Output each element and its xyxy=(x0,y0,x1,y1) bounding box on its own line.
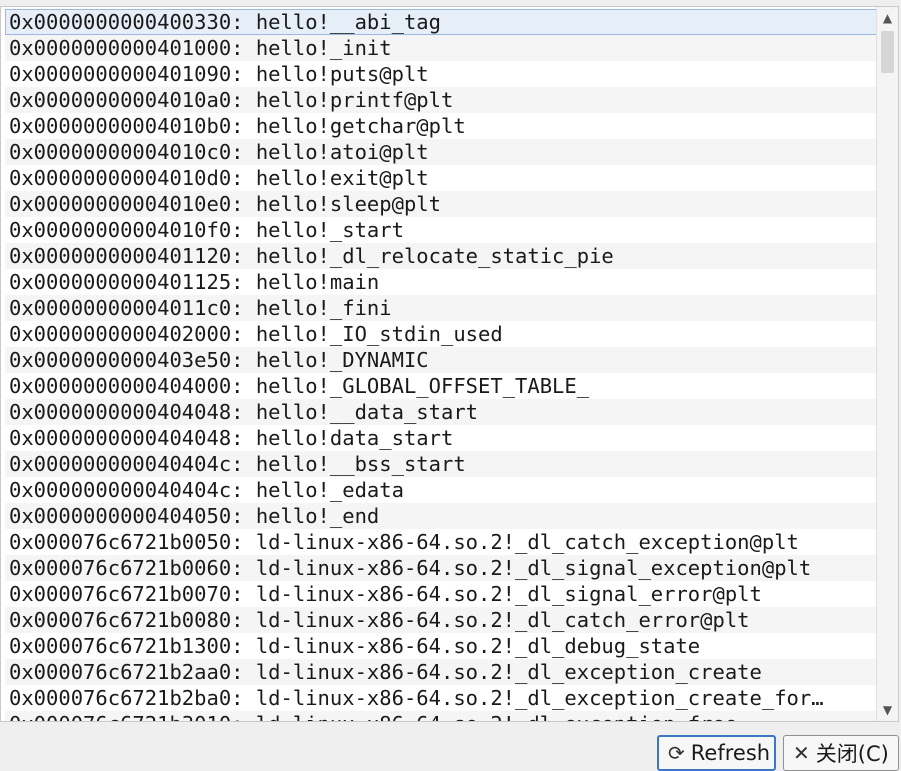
symbol-list-row[interactable]: 0x00000000004010b0: hello!getchar@plt xyxy=(5,113,877,139)
symbol-list-row[interactable]: 0x0000000000404048: hello!__data_start xyxy=(5,399,877,425)
symbol-list-row[interactable]: 0x0000000000404048: hello!data_start xyxy=(5,425,877,451)
scroll-up-arrow-icon[interactable]: ▲ xyxy=(877,7,898,29)
symbol-list-row[interactable]: 0x000076c6721b2aa0: ld-linux-x86-64.so.2… xyxy=(5,659,877,685)
symbol-list-row[interactable]: 0x000076c6721b2ba0: ld-linux-x86-64.so.2… xyxy=(5,685,877,711)
close-button[interactable]: ✕ 关闭(C) xyxy=(783,735,899,771)
symbol-list-row[interactable]: 0x000076c6721b0060: ld-linux-x86-64.so.2… xyxy=(5,555,877,581)
symbol-list-row[interactable]: 0x0000000000404050: hello!_end xyxy=(5,503,877,529)
symbol-list-row[interactable]: 0x0000000000401120: hello!_dl_relocate_s… xyxy=(5,243,877,269)
close-icon: ✕ xyxy=(793,741,810,765)
refresh-button-label: Refresh xyxy=(690,741,771,765)
symbol-list-row[interactable]: 0x00000000004010a0: hello!printf@plt xyxy=(5,87,877,113)
vertical-scrollbar[interactable]: ▲ ▼ xyxy=(876,7,898,721)
symbol-list-row[interactable]: 0x000076c6721b0070: ld-linux-x86-64.so.2… xyxy=(5,581,877,607)
symbol-list-row[interactable]: 0x000076c6721b0050: ld-linux-x86-64.so.2… xyxy=(5,529,877,555)
refresh-button[interactable]: ⟳ Refresh xyxy=(657,735,776,771)
symbol-list-row[interactable]: 0x000076c6721b1300: ld-linux-x86-64.so.2… xyxy=(5,633,877,659)
symbol-list-row[interactable]: 0x0000000000401125: hello!main xyxy=(5,269,877,295)
symbol-list-row[interactable]: 0x000000000040404c: hello!_edata xyxy=(5,477,877,503)
symbol-list-row[interactable]: 0x0000000000402000: hello!_IO_stdin_used xyxy=(5,321,877,347)
refresh-icon: ⟳ xyxy=(668,741,685,765)
symbol-list-row[interactable]: 0x000000000040404c: hello!__bss_start xyxy=(5,451,877,477)
symbol-list-row[interactable]: 0x00000000004010f0: hello!_start xyxy=(5,217,877,243)
symbol-list-row[interactable]: 0x0000000000404000: hello!_GLOBAL_OFFSET… xyxy=(5,373,877,399)
symbol-list-row[interactable]: 0x00000000004010e0: hello!sleep@plt xyxy=(5,191,877,217)
symbol-list[interactable]: 0x0000000000400330: hello!__abi_tag 0x000… xyxy=(0,6,899,722)
close-button-label: 关闭(C) xyxy=(815,742,889,766)
scroll-down-arrow-icon[interactable]: ▼ xyxy=(877,699,898,721)
symbol-list-row[interactable]: 0x0000000000403e50: hello!_DYNAMIC xyxy=(5,347,877,373)
symbol-list-row[interactable]: 0x0000000000401000: hello!_init xyxy=(5,35,877,61)
symbol-list-viewport[interactable]: 0x0000000000400330: hello!__abi_tag 0x000… xyxy=(5,9,877,721)
symbol-list-row[interactable]: 0x000076c6721b0080: ld-linux-x86-64.so.2… xyxy=(5,607,877,633)
scrollbar-thumb[interactable] xyxy=(881,31,894,73)
symbol-list-row[interactable]: 0x000076c6721b3010: ld-linux-x86-64.so.2… xyxy=(5,711,877,721)
symbol-list-row[interactable]: 0x00000000004010d0: hello!exit@plt xyxy=(5,165,877,191)
symbol-list-row[interactable]: 0x0000000000400330: hello!__abi_tag xyxy=(5,9,877,35)
symbol-list-row[interactable]: 0x00000000004011c0: hello!_fini xyxy=(5,295,877,321)
symbol-list-row[interactable]: 0x00000000004010c0: hello!atoi@plt xyxy=(5,139,877,165)
symbol-list-row[interactable]: 0x0000000000401090: hello!puts@plt xyxy=(5,61,877,87)
